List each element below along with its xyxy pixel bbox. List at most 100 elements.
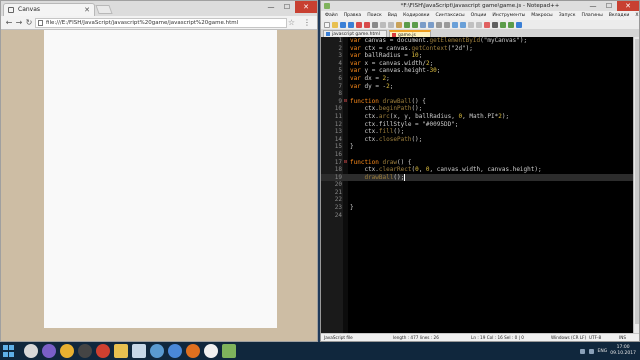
menu-item[interactable]: Правка: [344, 11, 361, 20]
vertical-scrollbar[interactable]: [633, 37, 639, 334]
menu-item[interactable]: Инструменты: [492, 11, 525, 20]
menu-item[interactable]: Запуск: [559, 11, 576, 20]
close-all-icon[interactable]: [364, 21, 370, 28]
menu-item[interactable]: Плагины: [581, 11, 602, 20]
indent-guide-icon[interactable]: [476, 21, 482, 28]
menu-item[interactable]: Макросы: [531, 11, 552, 20]
game-canvas[interactable]: [44, 30, 277, 328]
explorer-icon[interactable]: [114, 344, 128, 358]
code-line[interactable]: 1 var canvas = document.getElementById("m…: [321, 37, 633, 45]
menu-icon[interactable]: ⋮: [303, 18, 311, 28]
menu-item[interactable]: Вкладки: [609, 11, 630, 20]
menu-item[interactable]: Файл: [325, 11, 338, 20]
code-lines[interactable]: 1 var canvas = document.getElementById("m…: [321, 37, 633, 219]
sync-scroll-icon[interactable]: [452, 21, 458, 28]
code-line[interactable]: 13 ctx.fill();: [321, 128, 633, 136]
zoom-out-icon[interactable]: [444, 21, 450, 28]
cut-icon[interactable]: [380, 21, 386, 28]
close-tab-icon[interactable]: ✕: [84, 4, 90, 16]
file-tab-js[interactable]: game.js: [389, 30, 431, 38]
chrome-icon[interactable]: [60, 344, 74, 358]
volume-icon[interactable]: [588, 348, 594, 354]
menu-item[interactable]: Вид: [388, 11, 397, 20]
copy-icon[interactable]: [388, 21, 394, 28]
fold-toggle-icon[interactable]: ⊟: [343, 98, 348, 106]
code-line[interactable]: 10 ctx.beginPath();: [321, 105, 633, 113]
play-macro-icon[interactable]: [500, 21, 506, 28]
code-line[interactable]: 2 var ctx = canvas.getContext("2d");: [321, 45, 633, 53]
undo-icon[interactable]: [404, 21, 410, 28]
code-line[interactable]: 11 ctx.arc(x, y, ballRadius, 0, Math.PI*…: [321, 113, 633, 121]
save-icon[interactable]: [340, 21, 346, 28]
search-icon[interactable]: [24, 344, 38, 358]
chrome-app-icon[interactable]: [204, 344, 218, 358]
network-icon[interactable]: [579, 348, 585, 354]
replace-icon[interactable]: [428, 21, 434, 28]
media-player-icon[interactable]: [78, 344, 92, 358]
skype-icon[interactable]: [150, 344, 164, 358]
code-line[interactable]: 23}: [321, 204, 633, 212]
menu-item[interactable]: Опции: [471, 11, 487, 20]
browser-app-icon[interactable]: [168, 344, 182, 358]
editor-close-button[interactable]: ✕: [617, 1, 639, 11]
paste-icon[interactable]: [396, 21, 402, 28]
code-editor[interactable]: 1 var canvas = document.getElementById("m…: [321, 37, 639, 334]
menu-item[interactable]: Синтаксисы: [436, 11, 465, 20]
forward-arrow-icon[interactable]: →: [14, 18, 24, 28]
fold-toggle-icon[interactable]: ⊟: [343, 159, 348, 167]
app-icon[interactable]: [132, 344, 146, 358]
code-line[interactable]: 9 ⊟ function drawBall() {: [321, 98, 633, 106]
code-line[interactable]: 19 drawBall();: [321, 173, 633, 182]
record-macro-icon[interactable]: [484, 21, 490, 28]
new-file-icon[interactable]: [324, 21, 330, 28]
reload-icon[interactable]: ↻: [24, 18, 34, 28]
open-folder-icon[interactable]: [332, 21, 338, 28]
code-line[interactable]: 12 ctx.fillStyle = "#0095DD";: [321, 121, 633, 129]
new-tab-button[interactable]: [95, 5, 113, 14]
code-line[interactable]: 18 ctx.clearRect(0, 0, canvas.width, can…: [321, 166, 633, 174]
windows-start-icon[interactable]: [3, 345, 15, 357]
code-line[interactable]: 5 var y = canvas.height-30;: [321, 67, 633, 75]
address-input[interactable]: file:///E:/FISH/JavaScript/javascript%20…: [35, 18, 287, 28]
viber-icon[interactable]: [42, 344, 56, 358]
firefox-icon[interactable]: [186, 344, 200, 358]
code-line[interactable]: 7 var dy = -2;: [321, 83, 633, 91]
code-line[interactable]: 8: [321, 90, 633, 98]
zoom-in-icon[interactable]: [436, 21, 442, 28]
scroll-thumb[interactable]: [635, 39, 639, 324]
notepad-plus-plus-icon[interactable]: [222, 344, 236, 358]
code-line[interactable]: 17 ⊟ function draw() {: [321, 159, 633, 167]
minimize-button[interactable]: —: [263, 1, 279, 13]
close-button[interactable]: ✕: [295, 1, 317, 13]
save-macro-icon[interactable]: [516, 21, 522, 28]
show-all-chars-icon[interactable]: [468, 21, 474, 28]
print-icon[interactable]: [372, 21, 378, 28]
bookmark-star-icon[interactable]: ☆: [288, 18, 295, 28]
code-line[interactable]: 15}: [321, 143, 633, 151]
stop-macro-icon[interactable]: [492, 21, 498, 28]
code-line[interactable]: 4 var x = canvas.width/2;: [321, 60, 633, 68]
save-all-icon[interactable]: [348, 21, 354, 28]
menu-item[interactable]: Кодировки: [403, 11, 429, 20]
redo-icon[interactable]: [412, 21, 418, 28]
editor-minimize-button[interactable]: —: [585, 1, 601, 11]
code-line[interactable]: 20: [321, 181, 633, 189]
editor-maximize-button[interactable]: ☐: [601, 1, 617, 11]
file-tab-html[interactable]: javascript game.html: [323, 30, 387, 37]
code-line[interactable]: 14 ctx.closePath();: [321, 136, 633, 144]
code-line[interactable]: 24: [321, 212, 633, 220]
maximize-button[interactable]: ☐: [279, 1, 295, 13]
code-line[interactable]: 21: [321, 189, 633, 197]
browser-tab[interactable]: Canvas ✕: [3, 3, 95, 16]
menu-item[interactable]: Поиск: [367, 11, 382, 20]
code-line[interactable]: 3 var ballRadius = 10;: [321, 52, 633, 60]
back-arrow-icon[interactable]: ←: [4, 18, 14, 28]
close-document-button[interactable]: X: [635, 11, 638, 20]
word-wrap-icon[interactable]: [460, 21, 466, 28]
clock[interactable]: 17:00 09.10.2017: [610, 345, 636, 357]
code-line[interactable]: 22: [321, 196, 633, 204]
opera-icon[interactable]: [96, 344, 110, 358]
language-indicator[interactable]: ENG: [598, 349, 608, 354]
close-file-icon[interactable]: [356, 21, 362, 28]
code-line[interactable]: 16: [321, 151, 633, 159]
